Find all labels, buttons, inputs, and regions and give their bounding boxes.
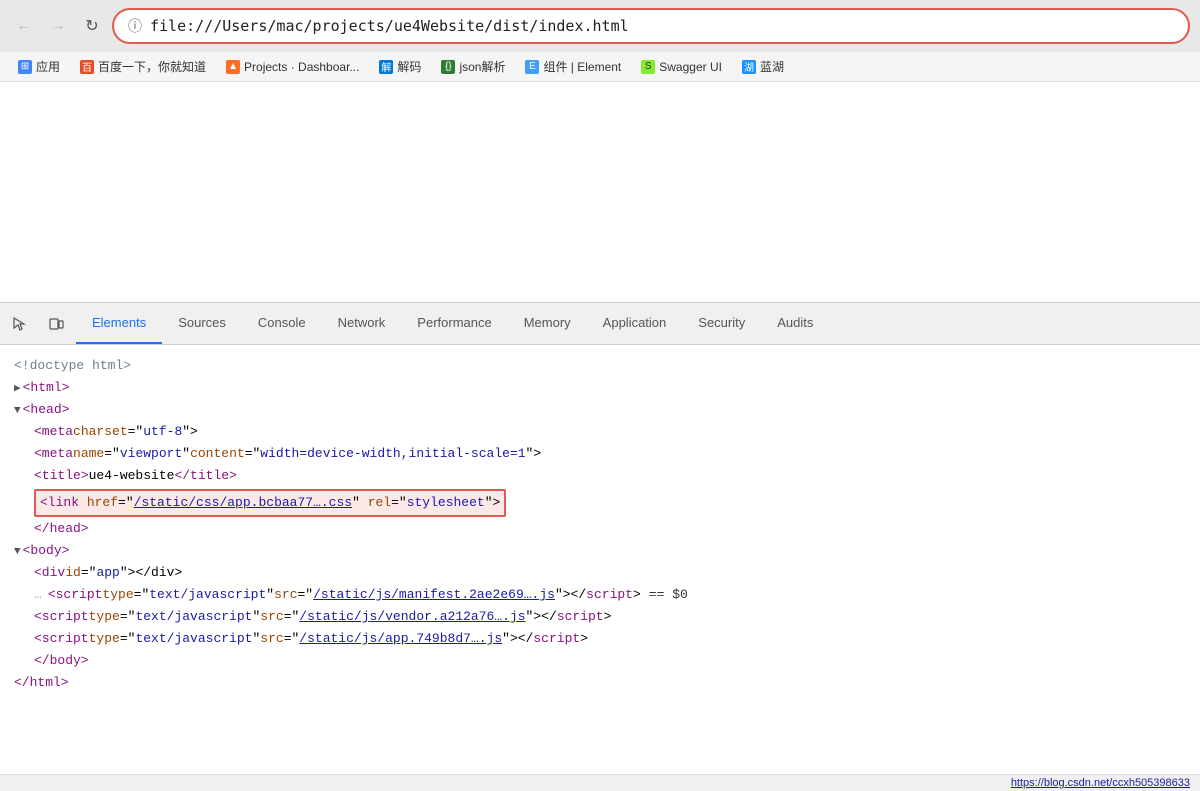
head-open-tag: <head>: [23, 399, 70, 421]
tab-sources[interactable]: Sources: [162, 303, 242, 344]
script1-line: … <script type="text/javascript" src="/s…: [34, 584, 1186, 606]
script3-line: <script type="text/javascript" src="/sta…: [34, 628, 1186, 650]
swagger-icon: S: [641, 60, 655, 74]
head-close-tag: </head>: [34, 518, 89, 540]
tab-application[interactable]: Application: [587, 303, 683, 344]
bookmark-gitlab-label: Projects · Dashboar...: [244, 60, 359, 74]
address-text: file:///Users/mac/projects/ue4Website/di…: [150, 17, 629, 35]
bookmark-apps-label: 应用: [36, 58, 60, 75]
browser-chrome: ← → ↻ ⓘ file:///Users/mac/projects/ue4We…: [0, 0, 1200, 82]
tab-console[interactable]: Console: [242, 303, 322, 344]
html-open-line: ▶<html>: [14, 377, 1186, 399]
element-icon: E: [525, 60, 539, 74]
body-open-line: ▼<body>: [14, 540, 1186, 562]
bookmark-baidu[interactable]: 百 百度一下，你就知道: [72, 56, 214, 77]
devtools-panel: Elements Sources Console Network Perform…: [0, 302, 1200, 791]
address-bar[interactable]: ⓘ file:///Users/mac/projects/ue4Website/…: [112, 8, 1190, 44]
script1-src[interactable]: /static/js/manifest.2ae2e69….js: [313, 584, 555, 606]
body-close-line: </body>: [14, 650, 1186, 672]
body-open-tag: <body>: [23, 540, 70, 562]
tab-elements[interactable]: Elements: [76, 303, 162, 344]
decode-icon: 解: [379, 60, 393, 74]
tab-memory[interactable]: Memory: [508, 303, 587, 344]
bookmark-decode-label: 解码: [397, 58, 421, 75]
ellipsis-indicator: …: [34, 584, 42, 606]
lanhub-icon: 湖: [742, 60, 756, 74]
bookmark-element-label: 组件 | Element: [543, 58, 621, 75]
bookmark-gitlab[interactable]: ▲ Projects · Dashboar...: [218, 58, 367, 76]
statusbar-url[interactable]: https://blog.csdn.net/ccxh505398633: [1011, 777, 1190, 789]
tab-network[interactable]: Network: [322, 303, 402, 344]
bookmark-swagger-label: Swagger UI: [659, 60, 722, 74]
back-button[interactable]: ←: [10, 12, 38, 40]
bookmark-json-label: json解析: [459, 58, 505, 75]
tab-security[interactable]: Security: [682, 303, 761, 344]
script2-line: <script type="text/javascript" src="/sta…: [34, 606, 1186, 628]
info-icon: ⓘ: [128, 16, 142, 36]
body-close-tag: </body>: [34, 650, 89, 672]
head-open-line: ▼<head>: [14, 399, 1186, 421]
html-close-line: </html>: [14, 672, 1186, 694]
dom-equals-s0: == $0: [649, 584, 688, 606]
tab-audits[interactable]: Audits: [761, 303, 829, 344]
head-close-line: </head>: [14, 518, 1186, 540]
refresh-button[interactable]: ↻: [78, 12, 106, 40]
meta-charset-line: <meta charset="utf-8">: [34, 421, 1186, 443]
bookmark-decode[interactable]: 解 解码: [371, 56, 429, 77]
link-line: <link href="/static/css/app.bcbaa77….css…: [34, 488, 1186, 518]
doctype-text: <!doctype html>: [14, 355, 131, 377]
gitlab-icon: ▲: [226, 60, 240, 74]
body-triangle[interactable]: ▼: [14, 543, 21, 562]
devtools-toolbar: Elements Sources Console Network Perform…: [0, 303, 1200, 345]
tab-performance[interactable]: Performance: [401, 303, 507, 344]
script3-src[interactable]: /static/js/app.749b8d7….js: [299, 628, 502, 650]
bookmark-swagger[interactable]: S Swagger UI: [633, 58, 730, 76]
meta-viewport-line: <meta name="viewport" content="width=dev…: [34, 443, 1186, 465]
bookmark-lanhub-label: 蓝湖: [760, 58, 784, 75]
meta-charset-tag: <meta: [34, 421, 73, 443]
bookmark-baidu-label: 百度一下，你就知道: [98, 58, 206, 75]
div-app-line: <div id="app"></div>: [34, 562, 1186, 584]
head-triangle[interactable]: ▼: [14, 402, 21, 421]
title-line: <title>ue4-website</title>: [34, 465, 1186, 487]
devtools-statusbar: https://blog.csdn.net/ccxh505398633: [0, 774, 1200, 791]
page-content: [0, 82, 1200, 302]
html-open-tag: <html>: [23, 377, 70, 399]
html-close-tag: </html>: [14, 672, 69, 694]
bookmark-lanhub[interactable]: 湖 蓝湖: [734, 56, 792, 77]
nav-bar: ← → ↻ ⓘ file:///Users/mac/projects/ue4We…: [0, 0, 1200, 52]
bookmark-json[interactable]: {} json解析: [433, 56, 513, 77]
element-selector-icon[interactable]: [4, 308, 36, 340]
link-highlighted: <link href="/static/css/app.bcbaa77….css…: [34, 489, 506, 517]
doctype-line: <!doctype html>: [14, 355, 1186, 377]
baidu-icon: 百: [80, 60, 94, 74]
devtools-tabs: Elements Sources Console Network Perform…: [76, 303, 829, 344]
html-triangle[interactable]: ▶: [14, 380, 21, 399]
devtools-html-content: <!doctype html> ▶<html> ▼<head> <meta ch…: [0, 345, 1200, 774]
apps-icon: ⊞: [18, 60, 32, 74]
bookmark-element[interactable]: E 组件 | Element: [517, 56, 629, 77]
link-href-value[interactable]: /static/css/app.bcbaa77….css: [134, 495, 352, 510]
forward-button[interactable]: →: [44, 12, 72, 40]
json-icon: {}: [441, 60, 455, 74]
title-content: ue4-website: [89, 465, 175, 487]
script2-src[interactable]: /static/js/vendor.a212a76….js: [299, 606, 525, 628]
bookmark-apps[interactable]: ⊞ 应用: [10, 56, 68, 77]
bookmarks-bar: ⊞ 应用 百 百度一下，你就知道 ▲ Projects · Dashboar..…: [0, 52, 1200, 82]
device-toolbar-icon[interactable]: [40, 308, 72, 340]
